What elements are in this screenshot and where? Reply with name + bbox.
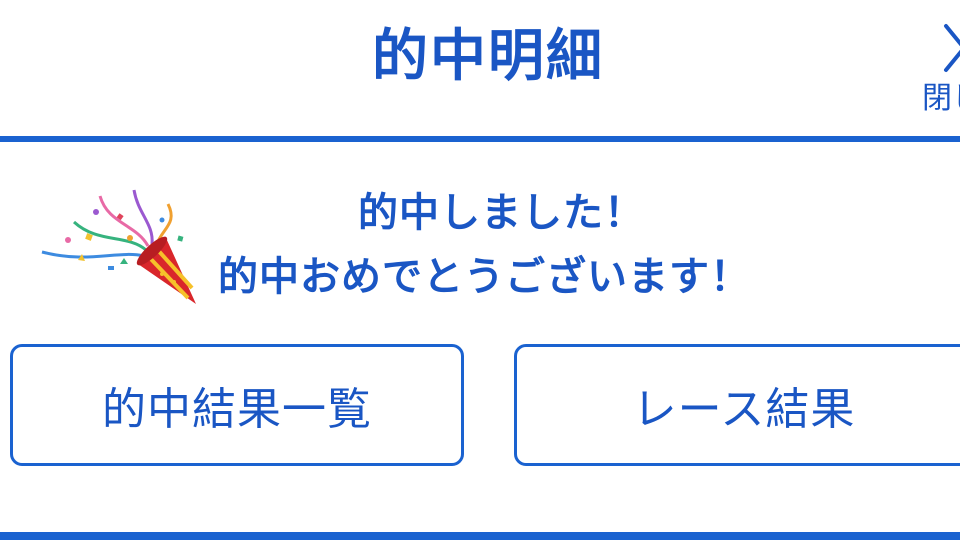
race-results-button[interactable]: レース結果: [514, 344, 960, 466]
close-label: 閉じる: [922, 81, 960, 116]
close-button[interactable]: 閉じる: [918, 8, 960, 118]
message-line-2: 的中おめでとうございます！: [218, 254, 751, 300]
message-line-1: 的中しました！: [358, 190, 645, 236]
header-divider: [0, 136, 960, 142]
header: 的中明細 閉じる: [0, 0, 960, 136]
hit-results-list-button[interactable]: 的中結果一覧: [10, 344, 464, 466]
footer-divider: [0, 532, 960, 540]
party-popper-icon: [38, 184, 202, 308]
close-icon: [942, 22, 960, 78]
congratulations-message: 的中しました！ 的中おめでとうございます！: [0, 176, 960, 306]
hit-details-screen: 的中明細 閉じる: [0, 0, 960, 540]
page-title: 的中明細: [372, 24, 604, 89]
